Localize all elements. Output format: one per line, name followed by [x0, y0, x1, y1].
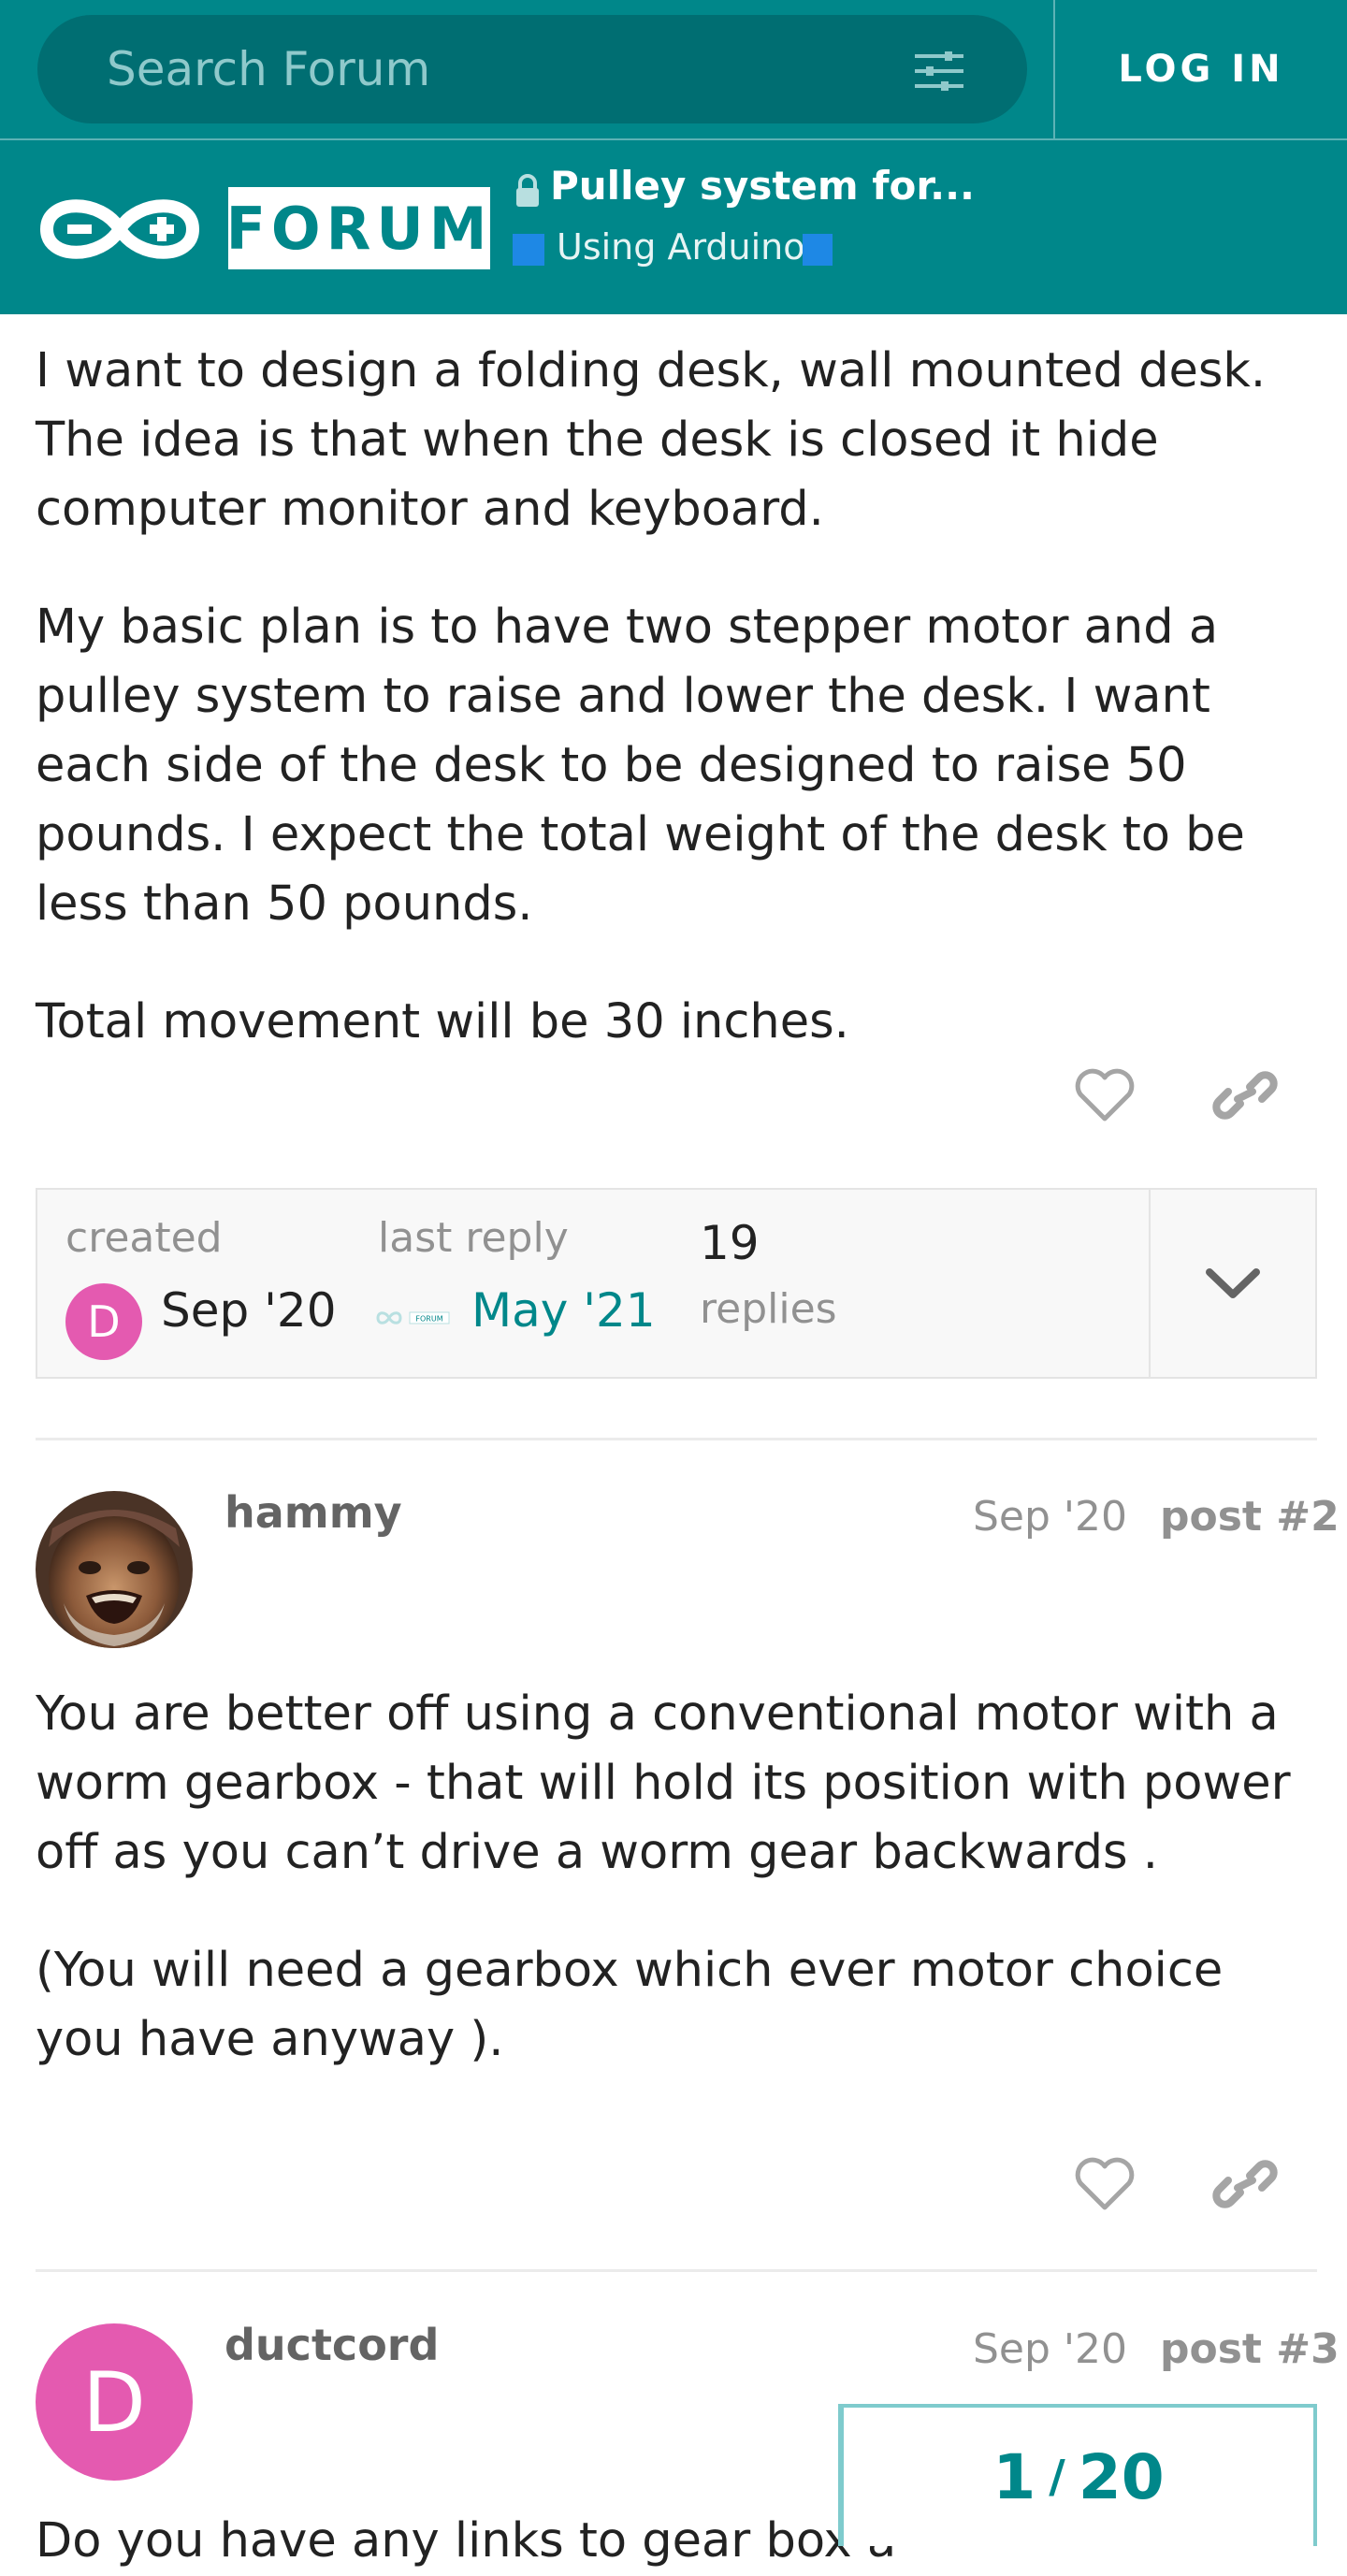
expand-topic-map-button[interactable]	[1151, 1190, 1315, 1377]
progress-total: 20	[1078, 2440, 1165, 2513]
post-paragraph: Total movement will be 30 inches.	[36, 994, 849, 1049]
post-separator	[36, 1438, 1317, 1440]
category-color-badge	[513, 234, 544, 266]
search-placeholder: Search Forum	[107, 42, 431, 96]
avatar[interactable]: D	[36, 2323, 193, 2481]
svg-text:FORUM: FORUM	[415, 1315, 442, 1324]
post-paragraph: My basic plan is to have two stepper mot…	[36, 600, 1245, 932]
post-paragraph: (You will need a gearbox which ever moto…	[36, 1943, 1224, 2067]
chevron-down-icon	[1206, 1268, 1260, 1298]
top-bar: Search Forum LOG IN	[0, 0, 1347, 138]
topic-map: created D Sep '20 last reply FORUM May '…	[36, 1188, 1317, 1379]
forum-header: FORUM Pulley system for... Using Arduino	[0, 138, 1347, 314]
replies-label: replies	[700, 1285, 837, 1333]
avatar[interactable]: D	[65, 1283, 142, 1360]
created-date[interactable]: Sep '20	[161, 1283, 337, 1338]
username[interactable]: ductcord	[224, 2320, 439, 2370]
heart-icon[interactable]	[1072, 2155, 1137, 2213]
forum-avatar-icon[interactable]: FORUM	[376, 1304, 455, 1332]
user-avatar-photo	[36, 1491, 193, 1648]
topic-title[interactable]: Pulley system for...	[550, 163, 975, 209]
login-button[interactable]: LOG IN	[1055, 0, 1347, 138]
post-paragraph: You are better off using a conventional …	[36, 1686, 1291, 1880]
replies-count: 19	[700, 1216, 760, 1270]
lock-icon	[516, 174, 539, 207]
arduino-logo-icon[interactable]	[36, 187, 204, 271]
last-reply-label: last reply	[378, 1214, 569, 1262]
progress-separator: /	[1049, 2451, 1065, 2503]
post-date[interactable]: Sep '20	[973, 2325, 1127, 2373]
category-link[interactable]: Using Arduino	[557, 226, 805, 268]
forum-logo[interactable]: FORUM	[226, 187, 490, 269]
topic-progress-button[interactable]: 1 / 20	[838, 2404, 1317, 2546]
first-post-body: I want to design a folding desk, wall mo…	[36, 337, 1317, 1057]
subcategory-color-badge[interactable]	[803, 234, 833, 266]
post-number[interactable]: post #3	[1160, 2325, 1340, 2373]
progress-current: 1	[992, 2440, 1036, 2513]
search-input[interactable]: Search Forum	[37, 15, 1027, 123]
link-icon[interactable]	[1212, 2155, 1278, 2213]
post-body: You are better off using a conventional …	[36, 1680, 1317, 2075]
last-reply-date[interactable]: May '21	[471, 1283, 656, 1338]
post-date[interactable]: Sep '20	[973, 1493, 1127, 1541]
post-number[interactable]: post #2	[1160, 1493, 1340, 1541]
sliders-icon[interactable]	[913, 51, 965, 92]
created-label: created	[65, 1214, 223, 1262]
heart-icon[interactable]	[1072, 1066, 1137, 1124]
post-paragraph: I want to design a folding desk, wall mo…	[36, 343, 1267, 537]
post-separator	[36, 2269, 1317, 2272]
username[interactable]: hammy	[224, 1487, 402, 1538]
link-icon[interactable]	[1212, 1066, 1278, 1124]
avatar[interactable]	[36, 1491, 193, 1648]
